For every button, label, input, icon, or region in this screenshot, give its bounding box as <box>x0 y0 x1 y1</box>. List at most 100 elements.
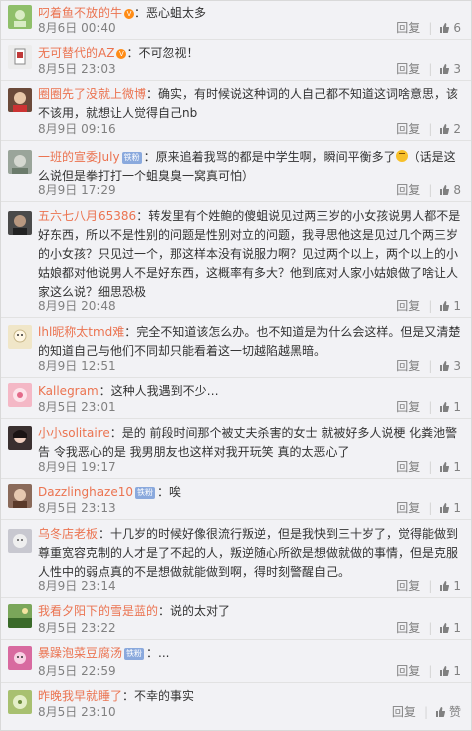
comment-actions: 回复 | 1 <box>396 460 461 474</box>
like-button[interactable]: 1 <box>440 299 461 313</box>
comment-meta: 8月5日 23:22 回复 | 1 <box>38 619 461 637</box>
like-button[interactable]: 1 <box>440 664 461 678</box>
avatar[interactable] <box>8 5 32 29</box>
fan-badge: 铁粉 <box>135 487 155 499</box>
username-link[interactable]: 我看夕阳下的雪是蓝的 <box>38 604 158 618</box>
username-link[interactable]: Dazzlinghaze10 <box>38 485 133 499</box>
like-count: 1 <box>453 460 461 474</box>
avatar[interactable] <box>8 383 32 407</box>
avatar[interactable] <box>8 150 32 174</box>
timestamp: 8月9日 23:14 <box>38 579 116 593</box>
comment-text: 这种人我遇到不少… <box>110 384 219 398</box>
comment-actions: 回复 | 3 <box>396 359 461 373</box>
username-link[interactable]: 一班的宣委July <box>38 150 120 164</box>
username-link[interactable]: 五六七八月65386 <box>38 209 136 223</box>
timestamp: 8月9日 09:16 <box>38 122 116 136</box>
like-button[interactable]: 赞 <box>435 705 461 719</box>
like-count: 1 <box>453 501 461 515</box>
reply-button[interactable]: 回复 <box>396 183 420 197</box>
thumbs-up-icon <box>440 361 450 371</box>
avatar[interactable] <box>8 604 32 628</box>
like-count: 1 <box>453 579 461 593</box>
username-link[interactable]: 乌冬店老板 <box>38 527 98 541</box>
username-link[interactable]: 昨晚我早就睡了 <box>38 689 122 703</box>
comment-text: 不可忽视！ <box>138 46 199 60</box>
comment-actions: 回复 | 6 <box>396 21 461 35</box>
avatar[interactable] <box>8 646 32 670</box>
thumbs-up-icon <box>440 623 450 633</box>
like-button[interactable]: 1 <box>440 579 461 593</box>
like-button[interactable]: 2 <box>440 122 461 136</box>
username-link[interactable]: 小小solitaire <box>38 426 110 440</box>
username-link[interactable]: lhl昵称太tmd难 <box>38 325 124 339</box>
comment-item: 无可替代的AZ V ：不可忽视！ 8月5日 23:03 回复 | 3 <box>1 39 471 81</box>
vip-icon: V <box>116 49 127 59</box>
reply-button[interactable]: 回复 <box>396 122 420 136</box>
reply-button[interactable]: 回复 <box>396 62 420 76</box>
reply-button[interactable]: 回复 <box>396 21 420 35</box>
username-link[interactable]: 圈圈先了没就上微博 <box>38 87 146 101</box>
comment-item: Dazzlinghaze10 铁粉 ：唉 8月5日 23:13 回复 | 1 <box>1 478 471 520</box>
reply-button[interactable]: 回复 <box>396 664 420 678</box>
comment-meta: 8月9日 12:51 回复 | 3 <box>38 357 461 375</box>
vip-icon: V <box>124 9 135 19</box>
thumbs-up-icon <box>440 64 450 74</box>
comment-meta: 8月6日 00:40 回复 | 6 <box>38 19 461 37</box>
avatar[interactable] <box>8 88 32 112</box>
comment-actions: 回复 | 2 <box>396 122 461 136</box>
comment-meta: 8月5日 23:03 回复 | 3 <box>38 60 461 78</box>
thumbs-up-icon <box>440 124 450 134</box>
like-count: 3 <box>453 62 461 76</box>
like-button[interactable]: 1 <box>440 460 461 474</box>
reply-button[interactable]: 回复 <box>396 299 420 313</box>
comment-meta: 8月5日 23:13 回复 | 1 <box>38 499 461 517</box>
like-button[interactable]: 1 <box>440 501 461 515</box>
like-button[interactable]: 3 <box>440 359 461 373</box>
comment-actions: 回复 | 1 <box>396 579 461 593</box>
avatar[interactable] <box>8 325 32 349</box>
comment-meta: 8月9日 19:17 回复 | 1 <box>38 458 461 476</box>
avatar[interactable] <box>8 45 32 69</box>
comment-actions: 回复 | 1 <box>396 501 461 515</box>
comment-body: 小小solitaire：是的 前段时间那个被丈夫杀害的女士 就被好多人说梗 化粪… <box>38 426 458 459</box>
username-link[interactable]: 无可替代的AZ <box>38 46 114 60</box>
like-button[interactable]: 8 <box>440 183 461 197</box>
reply-button[interactable]: 回复 <box>396 359 420 373</box>
comment-body: 五六七八月65386：转发里有个姓鲍的傻蛆说见过两三岁的小女孩说男人都不是好东西… <box>38 209 461 299</box>
timestamp: 8月9日 19:17 <box>38 460 116 474</box>
thumbs-up-icon <box>440 462 450 472</box>
comment-meta: 8月9日 23:14 回复 | 1 <box>38 577 461 595</box>
avatar[interactable] <box>8 484 32 508</box>
like-button[interactable]: 1 <box>440 400 461 414</box>
avatar[interactable] <box>8 529 32 553</box>
avatar[interactable] <box>8 211 32 235</box>
timestamp: 8月5日 23:01 <box>38 400 116 414</box>
comment-body: 乌冬店老板：十几岁的时候好像很流行叛逆，但是我快到三十岁了，觉得能做到尊重宽容克… <box>38 527 459 579</box>
reply-button[interactable]: 回复 <box>396 460 420 474</box>
comment-item: 我看夕阳下的雪是蓝的：说的太对了 8月5日 23:22 回复 | 1 <box>1 597 471 640</box>
reply-button[interactable]: 回复 <box>392 705 416 719</box>
timestamp: 8月5日 23:10 <box>38 705 116 719</box>
like-button[interactable]: 6 <box>440 21 461 35</box>
username-link[interactable]: Kallegram <box>38 384 99 398</box>
reply-button[interactable]: 回复 <box>396 579 420 593</box>
like-button[interactable]: 1 <box>440 621 461 635</box>
avatar[interactable] <box>8 426 32 450</box>
laughing-emoji-icon <box>395 150 408 162</box>
comment-item: 五六七八月65386：转发里有个姓鲍的傻蛆说见过两三岁的小女孩说男人都不是好东西… <box>1 201 471 318</box>
timestamp: 8月5日 23:03 <box>38 62 116 76</box>
avatar[interactable] <box>8 690 32 714</box>
username-link[interactable]: 叼着鱼不放的牛 <box>38 6 122 20</box>
comment-meta: 8月9日 17:29 回复 | 8 <box>38 181 461 199</box>
comment-text: 说的太对了 <box>170 604 231 618</box>
comment-item: 叼着鱼不放的牛 V ：恶心蛆太多 8月6日 00:40 回复 | 6 <box>1 1 471 40</box>
like-button[interactable]: 3 <box>440 62 461 76</box>
comment-item: 小小solitaire：是的 前段时间那个被丈夫杀害的女士 就被好多人说梗 化粪… <box>1 418 471 479</box>
reply-button[interactable]: 回复 <box>396 621 420 635</box>
username-link[interactable]: 暴躁泡菜豆腐汤 <box>38 646 122 660</box>
reply-button[interactable]: 回复 <box>396 400 420 414</box>
comment-item: 一班的宣委July 铁粉 ：原来追着我骂的都是中学生啊，瞬间平衡多了 （话是这么说但是… <box>1 140 471 202</box>
comment-text: ... <box>158 646 170 660</box>
comment-actions: 回复 | 1 <box>396 400 461 414</box>
reply-button[interactable]: 回复 <box>396 501 420 515</box>
